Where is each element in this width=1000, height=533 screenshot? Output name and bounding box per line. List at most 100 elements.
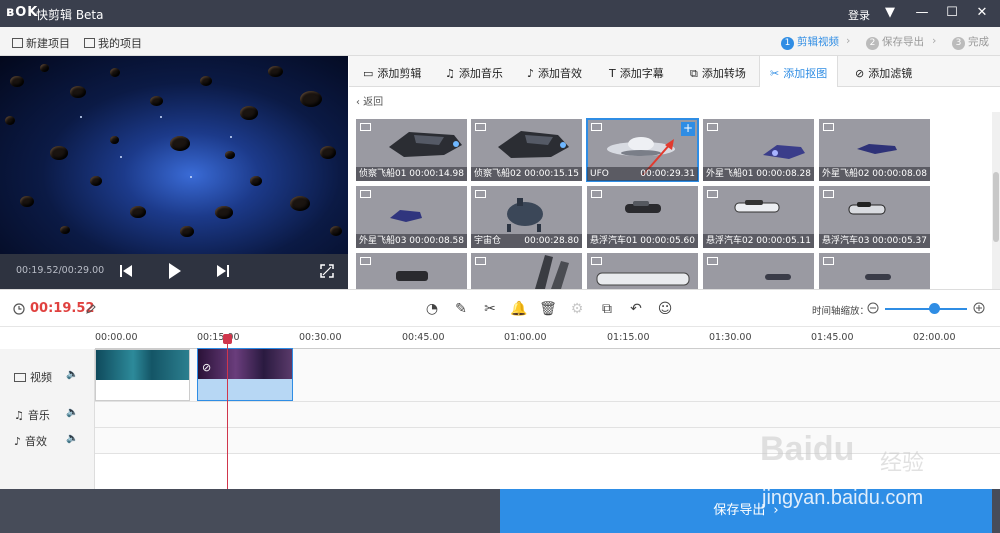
video-icon: ▭ (363, 67, 374, 80)
step-label: 完成 (968, 36, 989, 48)
tab-add-transition[interactable]: ⧉ 添加转场 (690, 65, 746, 81)
close-icon[interactable]: ✕ (972, 4, 992, 22)
track-label-sound-effect: ♪ 音效 🔈 (14, 433, 78, 449)
space-pod-thumbnail (507, 198, 543, 232)
item-name: 悬浮汽车01 (590, 236, 638, 246)
video-icon (475, 123, 486, 131)
tab-label: 添加音乐 (458, 67, 503, 80)
chevron-right-icon: › (846, 34, 851, 47)
clip-thumbnail (96, 350, 189, 380)
previous-frame-icon[interactable] (120, 264, 132, 278)
item-duration: 00:00:05.11 (756, 236, 811, 246)
library-item[interactable]: 外星飞船03 00:00:08.58 (356, 186, 467, 248)
playhead-handle[interactable] (223, 334, 232, 344)
tab-label: 添加剪辑 (377, 67, 422, 80)
app-name: 快剪辑 Beta (36, 8, 104, 22)
maximize-icon[interactable]: ☐ (942, 4, 962, 22)
new-project-button[interactable]: 新建项目 (12, 35, 70, 51)
tab-add-cutout[interactable]: ✂ 添加抠图 (759, 56, 839, 87)
video-preview (0, 56, 348, 254)
video-icon (707, 123, 718, 131)
ruler-label: 01:15.00 (607, 332, 650, 343)
tab-add-sound-effect[interactable]: ♪ 添加音效 (527, 65, 582, 81)
next-frame-icon[interactable] (217, 264, 229, 278)
undo-icon[interactable]: ↶ (627, 300, 645, 318)
library-item[interactable] (471, 253, 582, 289)
playhead-line (227, 336, 228, 490)
step-edit-video[interactable]: 1 剪辑视频 (781, 34, 839, 50)
delete-icon[interactable]: 🗑 (539, 300, 557, 318)
hover-car-thumbnail (848, 202, 886, 215)
watermark-logo-cn: 经验 (880, 451, 925, 476)
tab-add-clip[interactable]: ▭ 添加剪辑 (363, 65, 421, 81)
plus-box-icon (12, 38, 23, 48)
back-link[interactable]: ‹ 返回 (356, 93, 383, 108)
add-to-timeline-button[interactable]: + (681, 122, 695, 136)
pencil-icon[interactable]: ✎ (452, 300, 470, 318)
step-save-export[interactable]: 2 保存导出 (866, 34, 924, 50)
fullscreen-icon[interactable] (320, 264, 334, 278)
video-icon (707, 190, 718, 198)
speaker-icon[interactable]: 🔈 (66, 433, 78, 444)
timeline-clip[interactable] (95, 349, 190, 401)
zoom-slider-track[interactable] (885, 308, 967, 310)
step-number: 1 (781, 37, 794, 50)
video-icon (14, 373, 26, 382)
library-item[interactable] (703, 253, 814, 289)
library-item[interactable] (819, 253, 930, 289)
play-icon[interactable] (168, 262, 182, 280)
emoji-icon[interactable]: ☺ (656, 300, 674, 318)
library-scrollbar[interactable] (992, 112, 1000, 289)
link-icon: ⊘ (202, 361, 212, 374)
ruler-label: 00:15.00 (197, 332, 240, 343)
library-item[interactable]: 悬浮汽车02 00:00:05.11 (703, 186, 814, 248)
zoom-in-icon[interactable] (973, 302, 985, 314)
library-item[interactable]: 悬浮汽车03 00:00:05.37 (819, 186, 930, 248)
video-icon (591, 257, 602, 265)
speaker-icon[interactable]: 🔈 (66, 369, 78, 380)
player-controls: 00:19.52/00:29.00 (0, 254, 348, 289)
library-item[interactable]: 外星飞船01 00:00:08.28 (703, 119, 814, 181)
tab-label: 添加滤镜 (868, 67, 913, 80)
library-item[interactable]: 侦察飞船01 00:00:14.98 (356, 119, 467, 181)
video-icon (823, 123, 834, 131)
item-caption: UFO 00:00:29.31 (587, 167, 698, 181)
zoom-out-icon[interactable] (867, 302, 879, 314)
speed-icon[interactable]: ◔ (423, 300, 441, 318)
item-name: 外星飞船02 (822, 169, 870, 179)
scissors-icon[interactable]: ✂ (481, 300, 499, 318)
tab-add-subtitle[interactable]: T 添加字幕 (609, 65, 664, 81)
library-item[interactable]: 宇宙仓 00:00:28.80 (471, 186, 582, 248)
library-item[interactable]: 悬浮汽车01 00:00:05.60 (587, 186, 698, 248)
library-item-selected[interactable]: + UFO 00:00:29.31 (586, 118, 699, 182)
step-complete[interactable]: 3 完成 (952, 34, 989, 50)
alien-ship-thumbnail (857, 144, 897, 154)
my-projects-button[interactable]: 我的项目 (84, 35, 142, 51)
item-caption: 外星飞船02 00:00:08.08 (819, 167, 930, 181)
title-bar: ʙOK 快剪辑 Beta 登录 ▼ — ☐ ✕ (0, 0, 1000, 27)
copy-icon[interactable]: ⧉ (598, 300, 616, 318)
item-name: UFO (590, 169, 609, 179)
zoom-slider-knob[interactable] (929, 303, 940, 314)
library-item[interactable]: 侦察飞船02 00:00:15.15 (471, 119, 582, 181)
scrollbar-thumb[interactable] (993, 172, 999, 242)
library-item[interactable] (587, 253, 698, 289)
timeline-clip-selected[interactable]: ⊘ (197, 348, 293, 401)
library-item[interactable]: 外星飞船02 00:00:08.08 (819, 119, 930, 181)
spaceship-thumbnail (389, 132, 462, 157)
vehicle-thumbnail (396, 271, 428, 281)
text-icon: T (609, 67, 616, 80)
item-name: 悬浮汽车02 (706, 236, 754, 246)
menu-dropdown-icon[interactable]: ▼ (880, 4, 900, 22)
minimize-icon[interactable]: — (912, 4, 932, 22)
tab-add-filter[interactable]: ⊘ 添加滤镜 (855, 65, 912, 81)
speaker-icon[interactable]: 🔈 (66, 407, 78, 418)
track-labels: 视频 🔈 ♫ 音乐 🔈 ♪ 音效 🔈 (0, 349, 95, 489)
library-item[interactable] (356, 253, 467, 289)
login-link[interactable]: 登录 (848, 7, 870, 23)
edit-time-icon[interactable] (86, 304, 96, 314)
vehicle-thumbnail (596, 272, 690, 286)
tab-label: 添加抠图 (783, 67, 828, 80)
tab-add-music[interactable]: ♫ 添加音乐 (445, 65, 503, 81)
cutout-icon: ✂ (770, 67, 780, 80)
